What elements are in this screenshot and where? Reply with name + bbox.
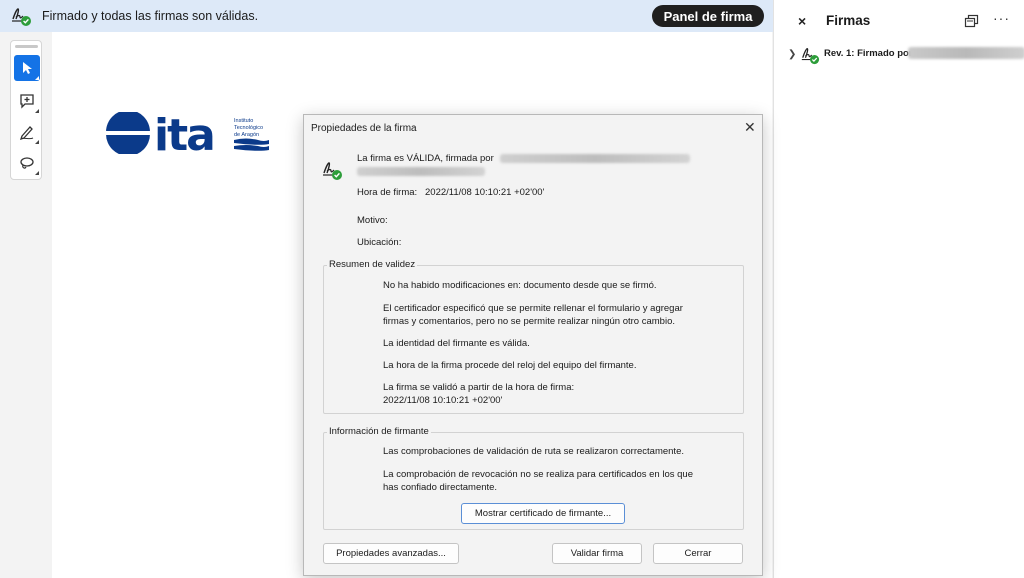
summary-modifications: No ha habido modificaciones en: document… bbox=[383, 280, 657, 291]
quick-tools-toolbar bbox=[10, 40, 42, 180]
signature-valid-icon bbox=[801, 47, 820, 65]
validate-all-icon[interactable] bbox=[964, 13, 980, 29]
signature-validity-text: La firma es VÁLIDA, firmada por bbox=[357, 153, 494, 164]
redacted-signer-email bbox=[357, 167, 485, 176]
lasso-icon bbox=[20, 157, 34, 169]
signature-panel-button[interactable]: Panel de firma bbox=[652, 5, 764, 27]
close-dialog-button[interactable]: Cerrar bbox=[653, 543, 743, 564]
tool-menu-corner bbox=[35, 140, 39, 144]
app-window: Firmado y todas las firmas son válidas. … bbox=[0, 0, 1024, 578]
logo-subtitle-1: Instituto bbox=[234, 118, 253, 124]
lasso-tool-button[interactable] bbox=[14, 150, 40, 176]
summary-clock: La hora de la firma procede del reloj de… bbox=[383, 360, 637, 371]
dialog-title: Propiedades de la firma bbox=[311, 123, 417, 134]
dialog-close-button[interactable]: ✕ bbox=[744, 119, 756, 136]
redacted-signer-name bbox=[500, 154, 690, 163]
redacted-signer-name bbox=[908, 47, 1024, 59]
advanced-properties-button[interactable]: Propiedades avanzadas... bbox=[323, 543, 459, 564]
close-panel-button[interactable]: × bbox=[798, 13, 806, 29]
location-label: Ubicación: bbox=[357, 237, 402, 248]
summary-certifier-2: firmas y comentarios, pero no se permite… bbox=[383, 316, 675, 327]
ita-logo: ita Instituto Tecnológico de Aragón bbox=[106, 112, 269, 154]
logo-subtitle-3: de Aragón bbox=[234, 132, 259, 138]
summary-validated-1: La firma se validó a partir de la hora d… bbox=[383, 382, 575, 393]
validate-signature-button[interactable]: Validar firma bbox=[552, 543, 642, 564]
logo-brand-text: ita bbox=[154, 112, 214, 154]
chevron-right-icon[interactable]: ❯ bbox=[788, 49, 796, 60]
revision-label: Rev. 1: Firmado por bbox=[824, 48, 913, 59]
signature-valid-icon bbox=[323, 162, 342, 180]
signature-valid-icon bbox=[12, 8, 31, 26]
signer-info-legend: Información de firmante bbox=[327, 426, 431, 437]
tool-menu-corner bbox=[35, 76, 39, 80]
cursor-arrow-icon bbox=[23, 62, 32, 74]
panel-title: Firmas bbox=[826, 13, 871, 28]
signer-info-revocation-1: La comprobación de revocación no se real… bbox=[383, 469, 693, 480]
pen-icon bbox=[19, 126, 34, 140]
signature-list-item[interactable]: ❯ Rev. 1: Firmado por bbox=[784, 42, 1024, 68]
summary-identity: La identidad del firmante es válida. bbox=[383, 338, 530, 349]
comment-plus-icon bbox=[20, 94, 34, 109]
signer-info-revocation-2: has confiado directamente. bbox=[383, 482, 498, 493]
show-certificate-button[interactable]: Mostrar certificado de firmante... bbox=[461, 503, 625, 524]
reason-label: Motivo: bbox=[357, 215, 388, 226]
add-comment-tool-button[interactable] bbox=[14, 88, 40, 114]
signature-properties-dialog: Propiedades de la firma ✕ La firma es VÁ… bbox=[303, 114, 763, 576]
summary-certifier-1: El certificador especificó que se permit… bbox=[383, 303, 683, 314]
summary-validated-2: 2022/11/08 10:10:21 +02'00' bbox=[383, 395, 503, 406]
signature-status-banner: Firmado y todas las firmas son válidas. … bbox=[0, 0, 773, 32]
sign-time-value: 2022/11/08 10:10:21 +02'00' bbox=[425, 187, 545, 198]
logo-subtitle-2: Tecnológico bbox=[234, 125, 263, 131]
signature-status-text: Firmado y todas las firmas son válidas. bbox=[42, 9, 259, 23]
signatures-panel: × Firmas ··· ❯ Rev. 1: Firmado por bbox=[773, 0, 1024, 578]
tool-menu-corner bbox=[35, 109, 39, 113]
draw-tool-button[interactable] bbox=[14, 119, 40, 145]
sign-time-label: Hora de firma: bbox=[357, 187, 418, 198]
dialog-titlebar[interactable]: Propiedades de la firma ✕ bbox=[304, 115, 762, 141]
tool-menu-corner bbox=[35, 171, 39, 175]
toolbar-grip[interactable] bbox=[15, 45, 38, 48]
select-tool-button[interactable] bbox=[14, 55, 40, 81]
signer-info-path: Las comprobaciones de validación de ruta… bbox=[383, 446, 684, 457]
more-options-button[interactable]: ··· bbox=[993, 10, 1010, 26]
validity-summary-legend: Resumen de validez bbox=[327, 259, 418, 270]
